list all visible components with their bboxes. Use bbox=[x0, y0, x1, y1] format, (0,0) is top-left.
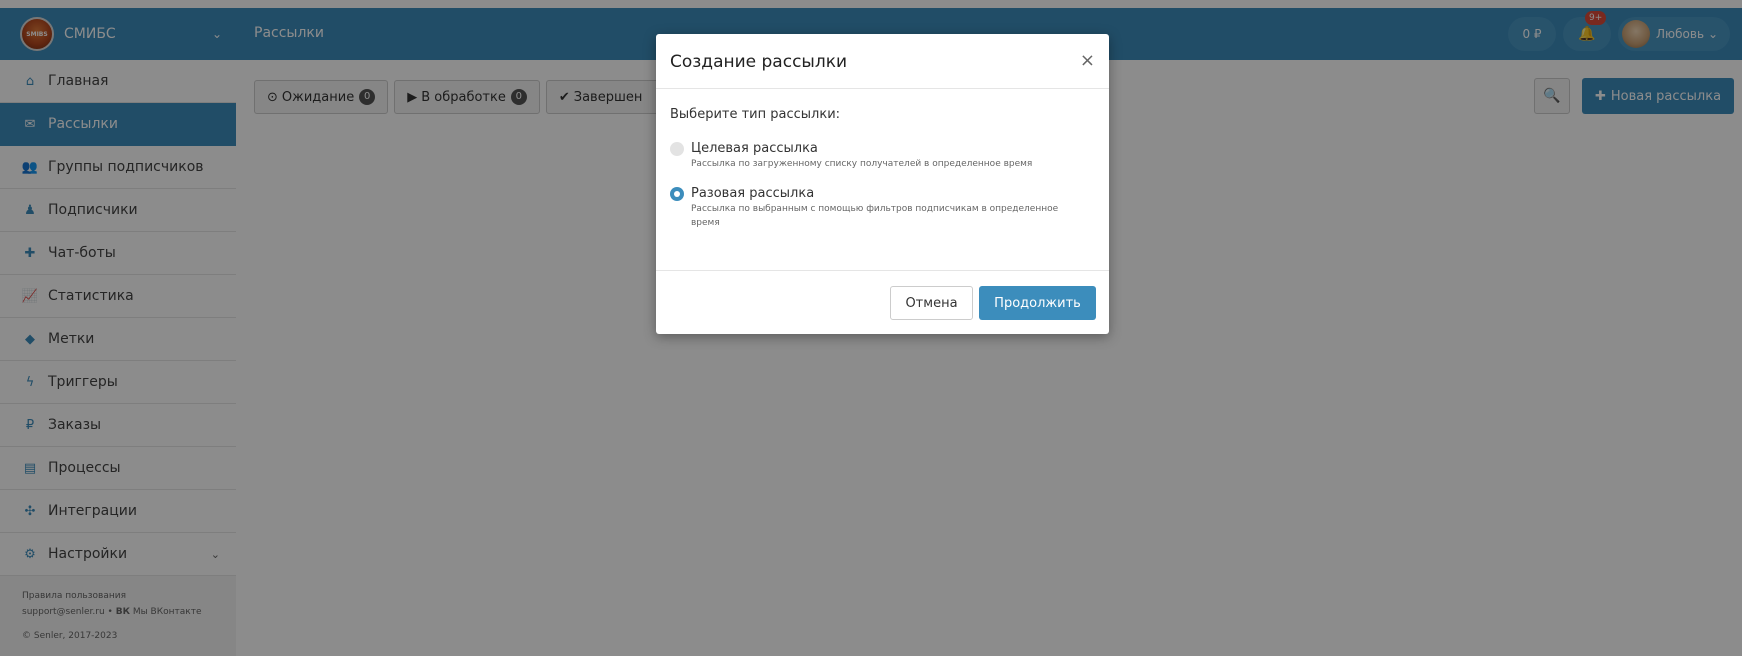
radio-one-time[interactable] bbox=[670, 187, 684, 201]
modal-title: Создание рассылки bbox=[670, 52, 848, 72]
continue-button[interactable]: Продолжить bbox=[979, 286, 1096, 320]
modal-body: Выберите тип рассылки: Целевая рассылка … bbox=[656, 90, 1109, 265]
option-targeted[interactable]: Целевая рассылка Рассылка по загруженном… bbox=[670, 140, 1095, 171]
option-title: Разовая рассылка bbox=[691, 186, 815, 201]
option-one-time[interactable]: Разовая рассылка Рассылка по выбранным с… bbox=[670, 185, 1095, 230]
option-description: Рассылка по выбранным с помощью фильтров… bbox=[691, 204, 1059, 228]
option-description: Рассылка по загруженному списку получате… bbox=[691, 159, 1033, 169]
mailing-type-prompt: Выберите тип рассылки: bbox=[670, 107, 841, 122]
option-title: Целевая рассылка bbox=[691, 141, 818, 156]
modal-footer: Отмена Продолжить bbox=[656, 270, 1109, 334]
cancel-button[interactable]: Отмена bbox=[890, 286, 973, 320]
radio-targeted[interactable] bbox=[670, 142, 684, 156]
create-mailing-modal: Создание рассылки × Выберите тип рассылк… bbox=[656, 34, 1109, 334]
close-icon[interactable]: × bbox=[1080, 50, 1095, 71]
modal-header: Создание рассылки × bbox=[656, 34, 1109, 89]
